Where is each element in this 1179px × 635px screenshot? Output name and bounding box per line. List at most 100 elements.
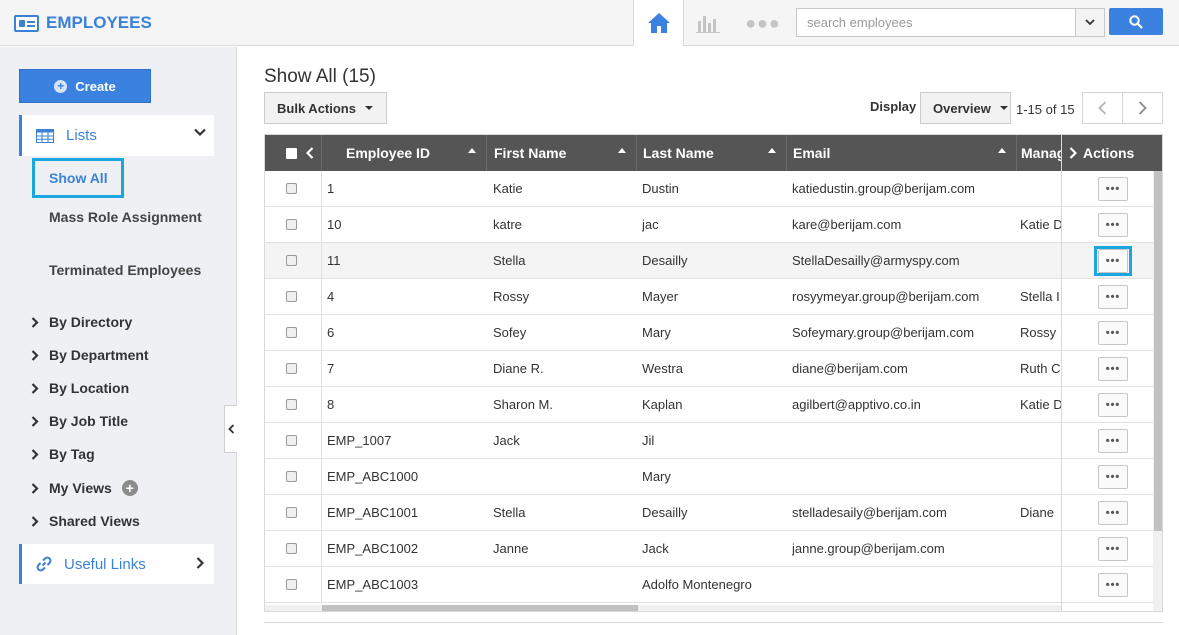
sidebar-group-by-job-title[interactable]: By Job Title [31,411,128,431]
row-actions-button[interactable]: ••• [1098,429,1128,453]
row-checkbox[interactable] [286,219,297,230]
table-row[interactable]: 1 Katie Dustin katiedustin.group@berijam.co… [265,171,1162,207]
pager-prev-button[interactable] [1082,92,1123,124]
column-header-manager[interactable]: Manag [1017,135,1061,171]
display-label: Display [870,99,917,114]
chevron-left-icon [1098,101,1107,115]
column-header-first-name[interactable]: First Name [487,135,637,171]
row-checkbox[interactable] [286,399,297,410]
cell-first-name: Rossy [493,289,530,304]
row-checkbox-cell [286,387,306,422]
app-title[interactable]: EMPLOYEES [14,12,152,34]
cell-employee-id: 10 [327,217,342,232]
row-actions-button[interactable]: ••• [1098,573,1128,597]
search-input[interactable] [797,9,1075,36]
row-actions-button[interactable]: ••• [1098,213,1128,237]
home-tab[interactable] [633,0,684,46]
sidebar-collapse-handle[interactable] [224,405,237,453]
column-header-label: Manag [1021,145,1061,161]
row-actions-button[interactable]: ••• [1098,393,1128,417]
table-row[interactable]: EMP_ABC1002 Janne Jack janne.group@berijam.… [265,531,1162,567]
row-checkbox[interactable] [286,543,297,554]
cell-employee-id: EMP_1007 [327,433,392,448]
bulk-actions-label: Bulk Actions [277,100,356,116]
row-checkbox[interactable] [286,327,297,338]
caret-down-icon [364,106,373,110]
cell-manager [1020,423,1061,458]
select-all-checkbox[interactable] [286,147,297,159]
cell-email: agilbert@apptivo.co.in [792,397,921,412]
cell-manager [1020,243,1061,278]
row-actions-button[interactable]: ••• [1098,465,1128,489]
table-row[interactable]: EMP_1007 Jack Jil [265,423,1162,459]
row-checkbox[interactable] [286,291,297,302]
row-actions-button[interactable]: ••• [1098,501,1128,525]
search-button[interactable] [1109,8,1163,35]
row-checkbox[interactable] [286,183,297,194]
sidebar-group-label: Shared Views [49,513,140,529]
add-view-icon[interactable]: + [121,480,138,496]
row-actions-button[interactable]: ••• [1098,177,1128,201]
cell-employee-id: 8 [327,397,335,412]
sidebar-group-shared-views[interactable]: Shared Views [31,511,140,531]
header-select-all[interactable] [265,135,322,171]
bulk-actions-button[interactable]: Bulk Actions [264,92,387,124]
chevron-left-icon[interactable] [306,147,314,159]
create-button[interactable]: + Create [19,69,151,103]
table-row[interactable]: 7 Diane R. Westra diane@berijam.com Ruth C [265,351,1162,387]
column-header-last-name[interactable]: Last Name [637,135,787,171]
sidebar-item-mass-role-assignment[interactable]: Mass Role Assignment [49,207,219,227]
vertical-scrollbar[interactable] [1153,171,1162,611]
row-actions-button[interactable]: ••• [1098,285,1128,309]
sidebar-group-my-views[interactable]: My Views + [31,478,138,498]
column-header-label: Last Name [643,145,714,161]
cell-last-name: Jil [642,433,655,448]
employee-card-icon [14,14,39,32]
lists-section-header[interactable]: Lists [19,115,214,156]
table-row[interactable]: EMP_ABC1001 Stella Desailly stelladesaily@b… [265,495,1162,531]
caret-down-icon [999,106,1008,110]
vertical-scroll-thumb[interactable] [1154,171,1162,531]
table-bottom-border [264,622,1163,623]
row-checkbox[interactable] [286,435,297,446]
sidebar-item-show-all[interactable]: Show All [32,158,124,198]
cell-first-name: Jack [493,433,520,448]
sidebar-group-by-tag[interactable]: By Tag [31,444,95,464]
sidebar-group-label: By Tag [49,446,95,462]
row-actions-button[interactable]: ••• [1098,537,1128,561]
table-row[interactable]: EMP_ABC1000 Mary [265,459,1162,495]
table-row[interactable]: EMP_ABC1003 Adolfo Montenegro [265,567,1162,603]
cell-manager [1020,531,1061,566]
row-checkbox[interactable] [286,507,297,518]
row-checkbox[interactable] [286,579,297,590]
sidebar-item-terminated-employees[interactable]: Terminated Employees [49,260,219,280]
horizontal-scroll-thumb[interactable] [322,605,638,611]
cell-first-name: Janne [493,541,529,556]
table-row[interactable]: 11 Stella Desailly StellaDesailly@armyspy.c… [265,243,1162,279]
pager-next-button[interactable] [1122,92,1163,124]
row-checkbox[interactable] [286,471,297,482]
row-checkbox-cell [286,279,306,314]
search-dropdown-button[interactable] [1075,9,1104,36]
useful-links-header[interactable]: Useful Links [19,544,214,584]
sidebar-group-by-directory[interactable]: By Directory [31,312,132,332]
column-header-employee-id[interactable]: Employee ID [322,135,487,171]
chevron-right-icon [31,515,41,527]
reports-tab[interactable] [684,0,732,46]
sidebar-group-by-department[interactable]: By Department [31,345,149,365]
table-row[interactable]: 6 Sofey Mary Sofeymary.group@berijam.com Ros… [265,315,1162,351]
row-actions-button[interactable]: ••• [1098,321,1128,345]
column-header-email[interactable]: Email [787,135,1017,171]
horizontal-scrollbar[interactable] [265,605,1061,611]
more-tab[interactable]: ●●● [742,0,784,46]
table-row[interactable]: 4 Rossy Mayer rosyymeyar.group@berijam.com S… [265,279,1162,315]
table-row[interactable]: 10 katre jac kare@berijam.com Katie D [265,207,1162,243]
table-row[interactable]: 8 Sharon M. Kaplan agilbert@apptivo.co.in Ka… [265,387,1162,423]
sidebar-group-by-location[interactable]: By Location [31,378,129,398]
row-checkbox[interactable] [286,255,297,266]
row-actions-button[interactable]: ••• [1098,357,1128,381]
cell-last-name: Mary [642,469,671,484]
row-checkbox[interactable] [286,363,297,374]
cell-email: katiedustin.group@berijam.com [792,181,976,196]
display-select[interactable]: Overview [920,92,1011,124]
